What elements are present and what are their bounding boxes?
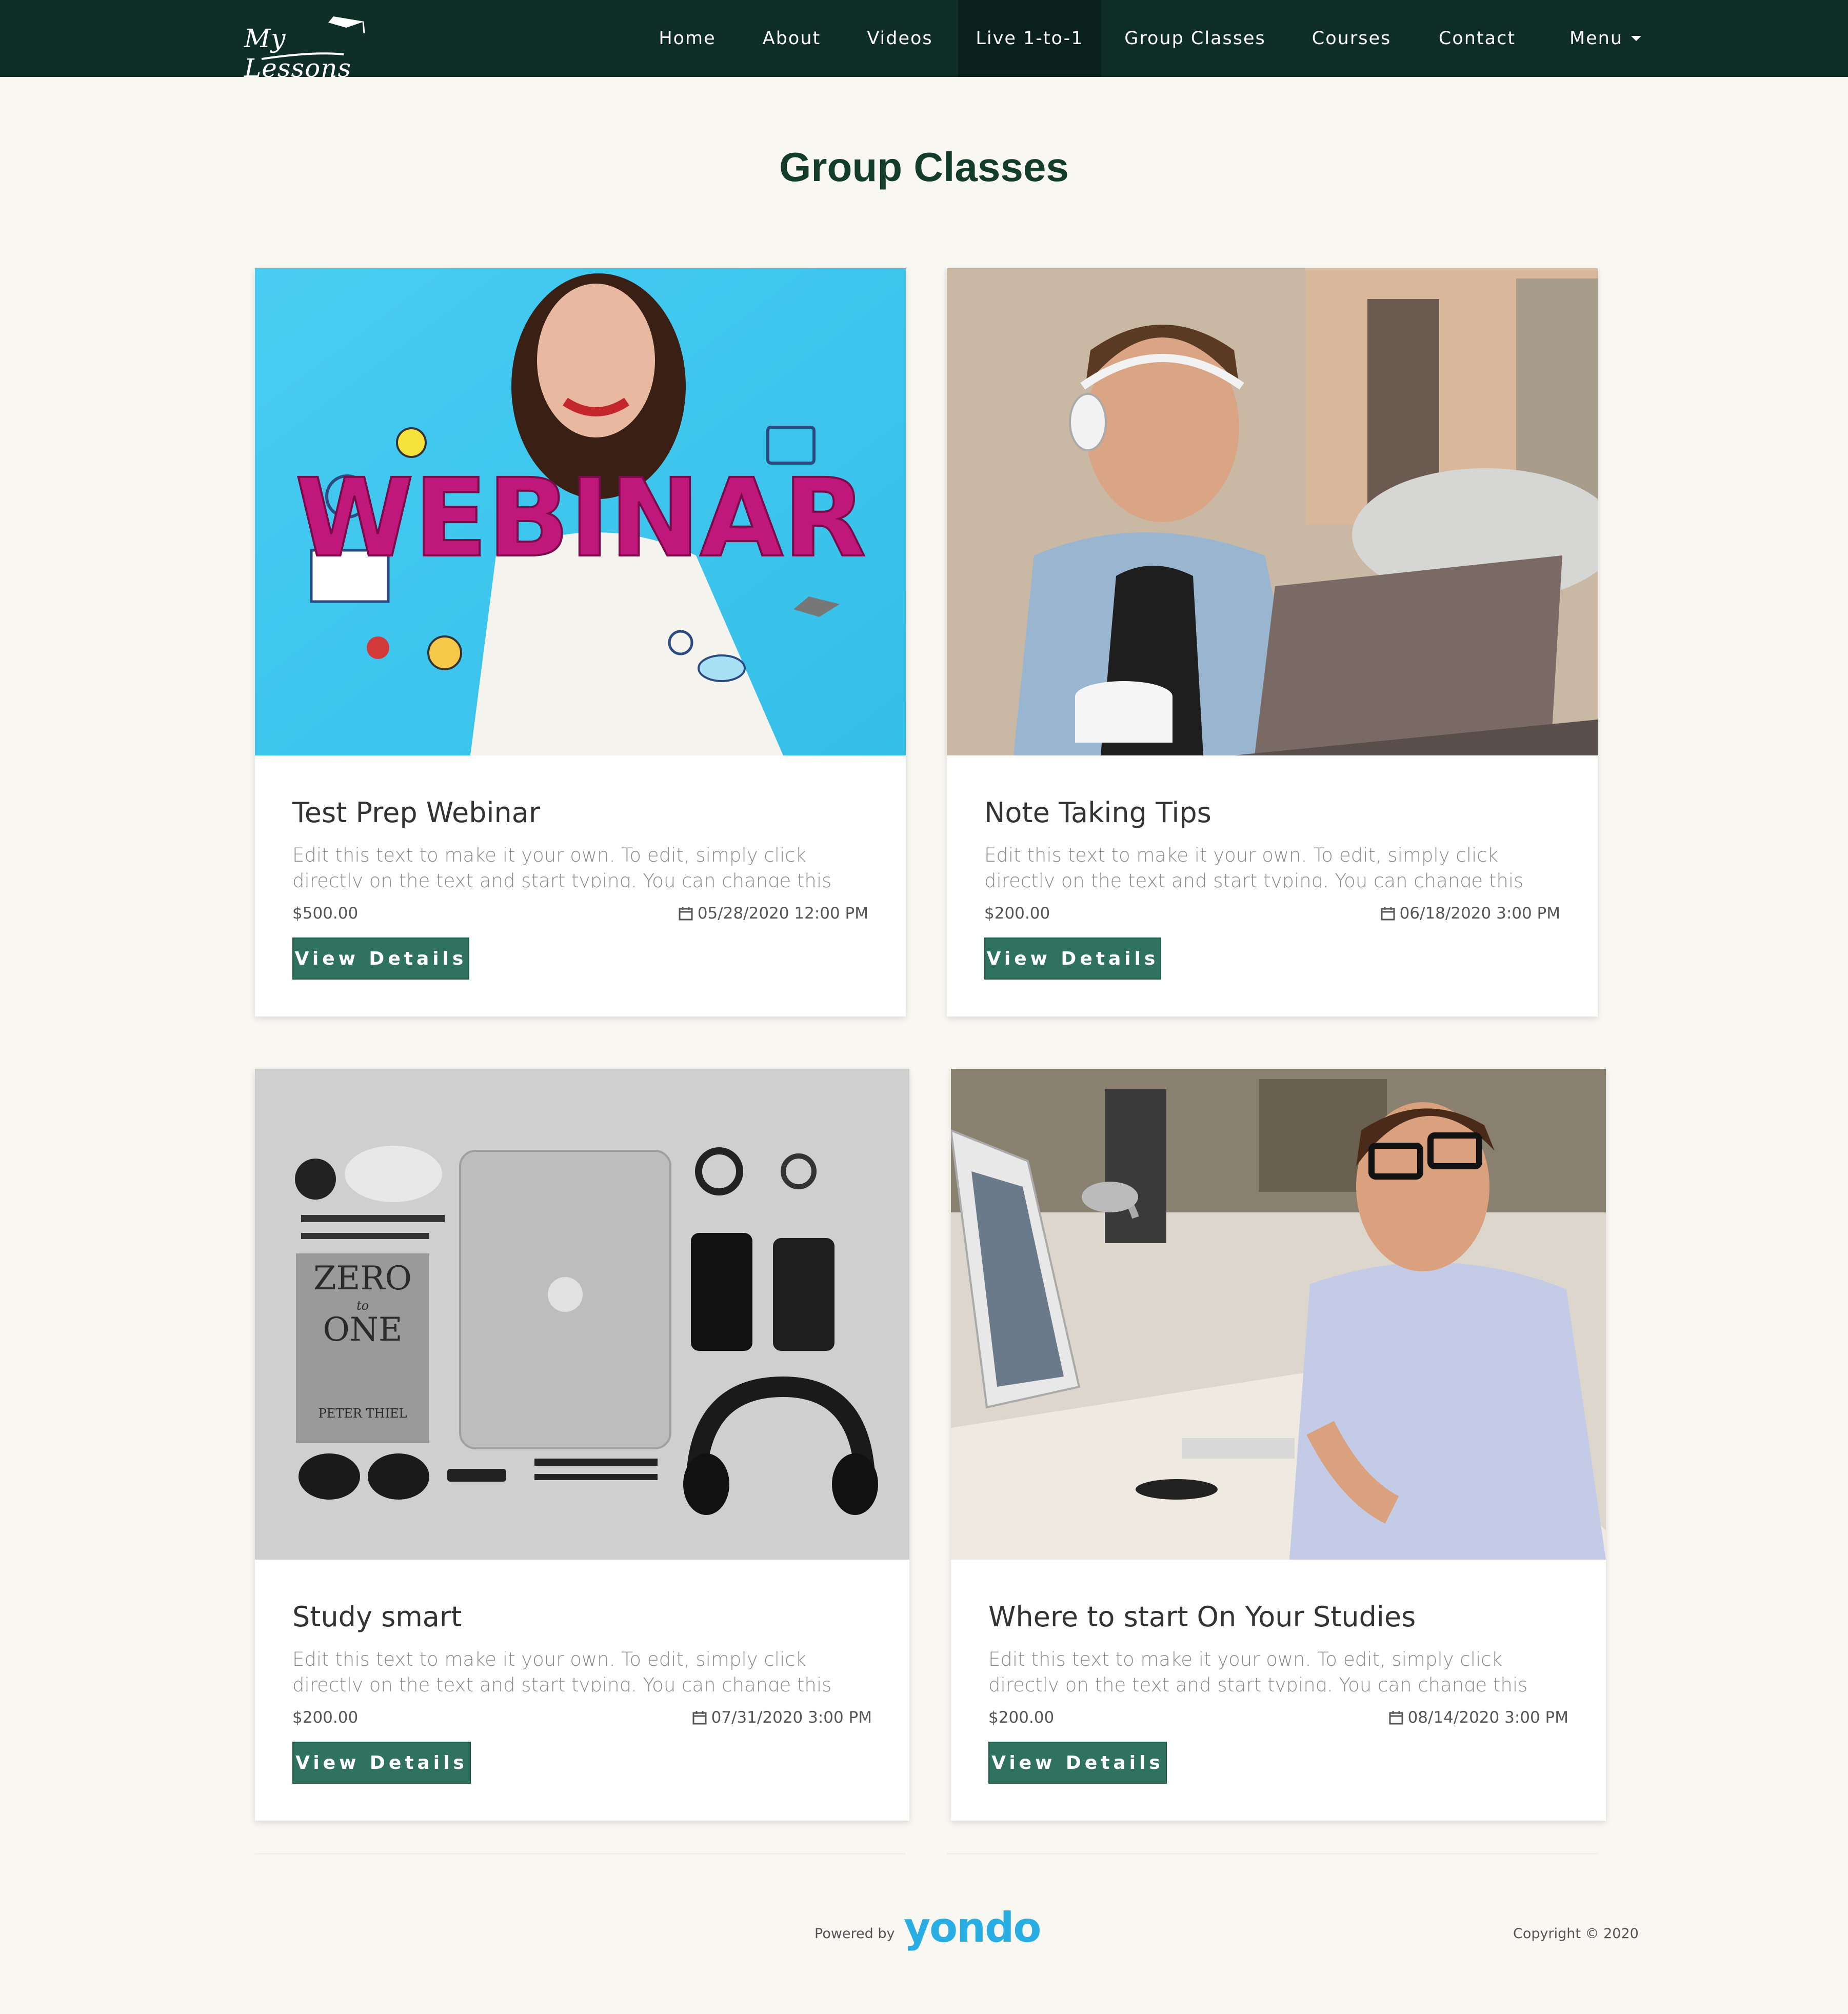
card-price: $500.00 — [292, 904, 359, 923]
card-date: 06/18/2020 3:00 PM — [1380, 904, 1560, 923]
site-logo[interactable]: My Lessons — [241, 10, 374, 83]
page-title: Group Classes — [779, 144, 1069, 190]
class-card: ZERO to ONE PETER THIEL Study smart Edit… — [255, 1069, 909, 1821]
copyright-text: Copyright © 2020 — [1513, 1926, 1639, 1942]
view-details-button[interactable]: View Details — [988, 1742, 1167, 1784]
card-date-text: 07/31/2020 3:00 PM — [711, 1708, 872, 1727]
card-description: Edit this text to make it your own. To e… — [988, 1648, 1528, 1692]
book-title-word-1: ZERO — [313, 1260, 412, 1298]
card-description: Edit this text to make it your own. To e… — [292, 844, 832, 888]
view-details-button[interactable]: View Details — [984, 938, 1161, 980]
card-description: Edit this text to make it your own. To e… — [984, 844, 1524, 888]
nav-group-classes[interactable]: Group Classes — [1116, 0, 1275, 77]
card-price: $200.00 — [984, 904, 1050, 923]
calendar-icon — [1381, 907, 1395, 921]
calendar-icon — [1389, 1711, 1403, 1725]
class-card: Note Taking Tips Edit this text to make … — [947, 268, 1598, 1016]
card-image-study-smart[interactable]: ZERO to ONE PETER THIEL — [255, 1069, 909, 1560]
card-date-text: 08/14/2020 3:00 PM — [1407, 1708, 1568, 1727]
card-image-note-taking[interactable] — [947, 268, 1598, 755]
card-price: $200.00 — [292, 1708, 359, 1727]
card-title[interactable]: Test Prep Webinar — [292, 796, 540, 829]
book-author: PETER THIEL — [319, 1406, 407, 1421]
view-details-button[interactable]: View Details — [292, 938, 469, 980]
nav-live-1-to-1[interactable]: Live 1-to-1 — [958, 0, 1101, 77]
yondo-logo[interactable]: yondo — [904, 1904, 1041, 1951]
book-title-word-3: ONE — [323, 1311, 402, 1349]
caret-down-icon — [1631, 36, 1642, 41]
calendar-icon — [692, 1711, 707, 1725]
divider — [255, 1853, 906, 1855]
card-title[interactable]: Where to start On Your Studies — [988, 1601, 1416, 1633]
card-title[interactable]: Note Taking Tips — [984, 796, 1211, 829]
divider — [947, 1853, 1598, 1855]
card-date: 07/31/2020 3:00 PM — [692, 1708, 872, 1727]
class-card: WEBINAR Test Prep Webinar Edit this text… — [255, 268, 906, 1016]
card-date-text: 06/18/2020 3:00 PM — [1399, 904, 1560, 923]
calendar-icon — [679, 907, 693, 921]
top-navbar: My Lessons Home About Videos Live 1-to-1… — [0, 0, 1848, 83]
card-date: 05/28/2020 12:00 PM — [678, 904, 868, 923]
logo-text: My Lessons — [244, 24, 352, 83]
nav-courses[interactable]: Courses — [1303, 0, 1400, 77]
class-card: Where to start On Your Studies Edit this… — [951, 1069, 1606, 1821]
webinar-overlay-text: WEBINAR — [295, 455, 866, 581]
card-description: Edit this text to make it your own. To e… — [292, 1648, 832, 1692]
card-image-where-to-start[interactable] — [951, 1069, 1606, 1560]
powered-by-label: Powered by — [814, 1926, 895, 1942]
card-image-webinar[interactable]: WEBINAR — [255, 268, 906, 755]
card-title[interactable]: Study smart — [292, 1601, 462, 1633]
view-details-button[interactable]: View Details — [292, 1742, 471, 1784]
card-price: $200.00 — [988, 1708, 1055, 1727]
nav-home[interactable]: Home — [649, 0, 726, 77]
nav-menu-label: Menu — [1569, 28, 1623, 49]
card-date: 08/14/2020 3:00 PM — [1388, 1708, 1568, 1727]
nav-videos[interactable]: Videos — [858, 0, 942, 77]
nav-contact[interactable]: Contact — [1431, 0, 1523, 77]
nav-menu-dropdown[interactable]: Menu — [1554, 0, 1657, 77]
card-date-text: 05/28/2020 12:00 PM — [697, 904, 868, 923]
nav-about[interactable]: About — [752, 0, 831, 77]
